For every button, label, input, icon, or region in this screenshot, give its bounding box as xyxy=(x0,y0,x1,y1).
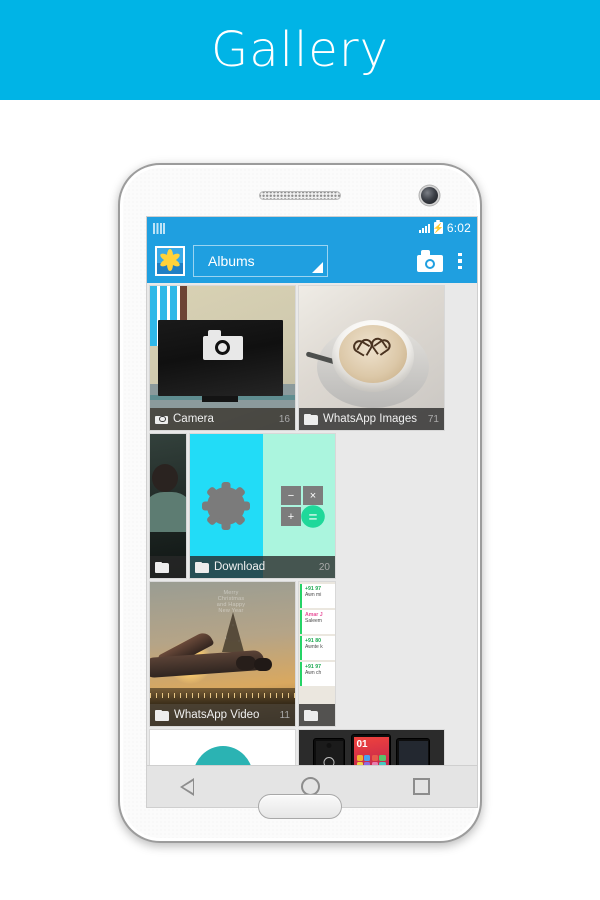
calc-key-plus: + xyxy=(281,507,301,526)
speaker-grille-icon xyxy=(259,191,341,200)
album-name: Download xyxy=(214,561,266,573)
album-label: Camera 16 xyxy=(150,408,295,430)
page-banner: Gallery xyxy=(0,0,600,100)
status-bar-clock: 6:02 xyxy=(446,221,471,235)
calc-key-equals: = xyxy=(301,505,325,528)
album-name: Camera xyxy=(173,413,214,425)
camera-icon[interactable] xyxy=(417,250,443,272)
album-thumbnail xyxy=(150,730,295,765)
page-title: Gallery xyxy=(211,22,389,78)
back-button-icon[interactable] xyxy=(179,777,208,796)
album-label xyxy=(150,556,186,578)
status-bar-right: ⚡ 6:02 xyxy=(418,220,471,235)
folder-icon xyxy=(155,709,169,721)
charging-bolt-glyph: ⚡ xyxy=(432,222,444,233)
status-bar: ⚡ 6:02 xyxy=(147,217,477,239)
chat-message: Awn mi xyxy=(305,592,322,598)
camera-placeholder-icon xyxy=(202,330,243,360)
calc-key-minus: − xyxy=(281,486,301,505)
album-tile-partial-person[interactable] xyxy=(150,434,186,578)
chat-list-item: +91 97 Awn ch xyxy=(300,662,335,686)
album-name: WhatsApp Video xyxy=(174,709,260,721)
album-tile-screenshot[interactable]: Screenshot 108 xyxy=(150,730,295,765)
gallery-flower-icon[interactable] xyxy=(155,246,185,276)
chat-list-item: +91 97 Awn mi xyxy=(300,584,335,608)
calc-key-times: × xyxy=(303,486,323,505)
more-options-icon[interactable] xyxy=(451,252,469,270)
album-count: 20 xyxy=(318,561,330,573)
album-label xyxy=(299,704,335,726)
album-label: WhatsApp Images 71 xyxy=(299,408,444,430)
album-thumbnail: 01 ♫ MIUI-6 MIUI Dark-Classic xyxy=(299,730,444,765)
album-count: 71 xyxy=(427,413,439,425)
signal-bars-icon xyxy=(418,223,430,233)
album-label: WhatsApp Video 11 xyxy=(150,704,295,726)
chat-message: Awn ch xyxy=(305,670,322,676)
physical-home-button[interactable] xyxy=(258,794,342,819)
album-tile-camera[interactable]: Camera 16 xyxy=(150,286,295,430)
album-count: 11 xyxy=(279,709,290,721)
dropdown-arrow-icon xyxy=(312,262,324,273)
albums-dropdown[interactable]: Albums xyxy=(193,245,329,277)
chat-message: Saleem xyxy=(305,618,322,624)
album-tile-3[interactable]: 01 ♫ MIUI-6 MIUI Dark-Classic xyxy=(299,730,444,765)
phone-body: ⚡ 6:02 Albums Camera 16 WhatsApp Images … xyxy=(118,163,482,843)
album-label: Download 20 xyxy=(190,556,335,578)
app-bar: Albums xyxy=(147,239,477,283)
folder-icon xyxy=(304,709,318,721)
settings-gear-icon xyxy=(202,482,251,530)
folder-icon xyxy=(304,413,318,425)
album-grid: Camera 16 WhatsApp Images 71 − × + = Dow… xyxy=(147,283,477,765)
album-tile-whatsapp-images[interactable]: WhatsApp Images 71 xyxy=(299,286,444,430)
phone-screen: ⚡ 6:02 Albums Camera 16 WhatsApp Images … xyxy=(147,217,477,807)
flower-glyph xyxy=(158,249,182,272)
thumbnail-caption: Merry Christmas and Happy New Year xyxy=(216,590,246,614)
sim-card-icon xyxy=(153,222,165,234)
front-camera-icon xyxy=(421,187,438,204)
calculator-icon: − × + = xyxy=(281,486,325,528)
album-tile-whatsapp-video[interactable]: Merry Christmas and Happy New Year Whats… xyxy=(150,582,295,726)
chat-message: Awnte k xyxy=(305,644,323,650)
chat-list-item: +91 80 Awnte k xyxy=(300,636,335,660)
battery-charging-icon: ⚡ xyxy=(432,220,444,234)
albums-dropdown-label: Albums xyxy=(208,253,255,269)
recent-apps-button-icon[interactable] xyxy=(413,778,431,795)
album-tile-download[interactable]: − × + = Download 20 xyxy=(190,434,335,578)
folder-icon xyxy=(155,561,169,573)
album-name: WhatsApp Images xyxy=(323,413,417,425)
album-tile-partial-chat[interactable]: +91 97 Awn mi Amar J Saleem +91 80 Awnte… xyxy=(299,582,335,726)
folder-icon xyxy=(195,561,209,573)
album-count: 16 xyxy=(278,413,290,425)
camera-icon xyxy=(155,414,168,424)
phone-mockup: ⚡ 6:02 Albums Camera 16 WhatsApp Images … xyxy=(118,163,482,843)
status-bar-left xyxy=(153,222,165,234)
chat-list-item: Amar J Saleem xyxy=(300,610,335,634)
